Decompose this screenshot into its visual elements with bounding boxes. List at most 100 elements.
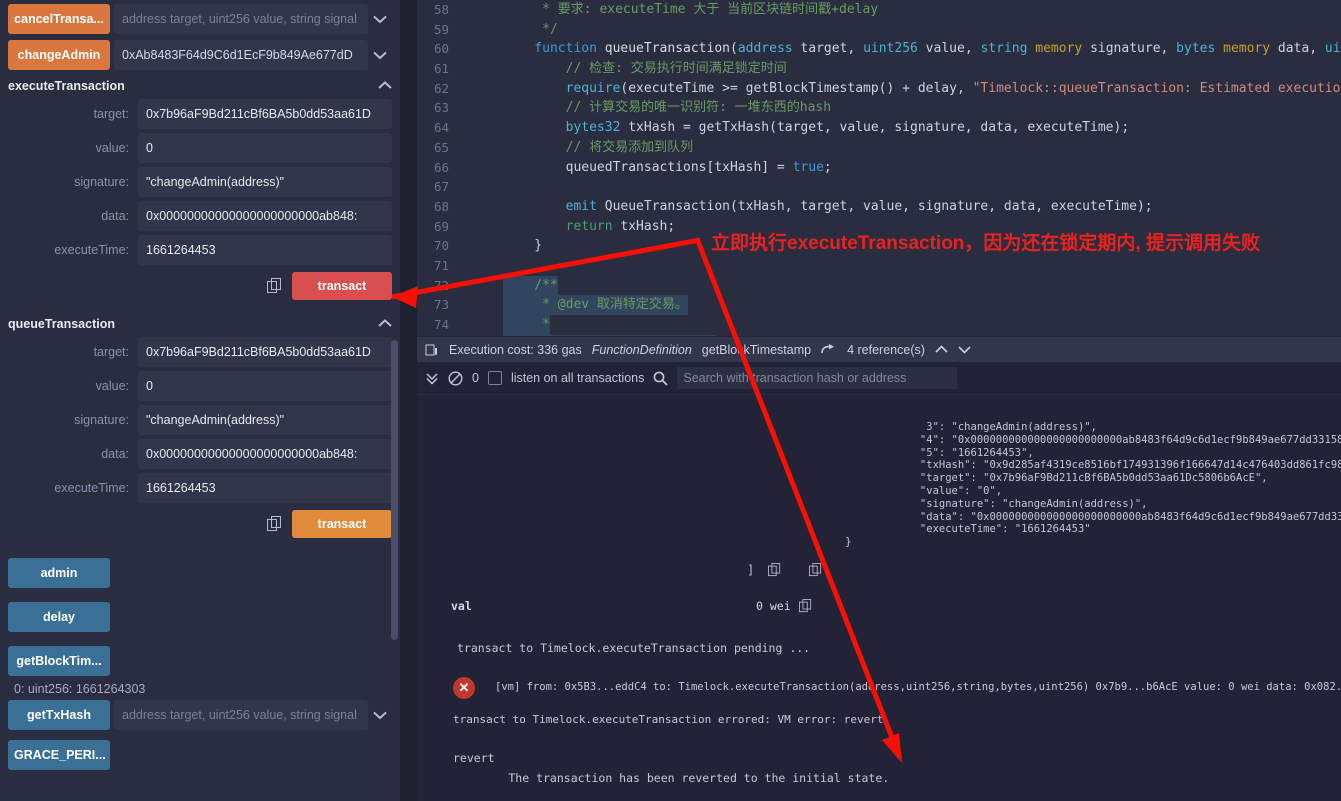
execute-target-input[interactable] xyxy=(138,99,392,129)
delay-button[interactable]: delay xyxy=(8,602,110,632)
execute-time-input[interactable] xyxy=(138,235,392,265)
code-gutter xyxy=(465,256,503,276)
arrow-right-icon[interactable] xyxy=(821,343,837,356)
code-gutter xyxy=(465,217,503,237)
line-number: 58 xyxy=(433,2,449,17)
editor-status-bar: Execution cost: 336 gas FunctionDefiniti… xyxy=(417,336,1341,362)
execute-transaction-title: executeTransaction xyxy=(8,79,125,93)
code-gutter xyxy=(465,138,503,158)
code-line[interactable]: 61 // 检查: 交易执行时间满足锁定时间 xyxy=(417,59,1341,79)
queue-value-input[interactable] xyxy=(138,371,392,401)
chevron-down-icon[interactable] xyxy=(368,700,392,730)
code-gutter xyxy=(465,236,503,256)
line-number: 64 xyxy=(433,120,449,136)
copy-icon[interactable] xyxy=(267,516,282,532)
deploy-and-run-panel: cancelTransa... changeAdmin executeTrans… xyxy=(0,0,400,801)
code-line[interactable]: 72 /** xyxy=(417,275,1341,296)
terminal-body[interactable]: 3": "changeAdmin(address)", "4": "0x0000… xyxy=(417,395,1341,801)
code-text: // 将交易添加到队列 xyxy=(503,139,694,155)
chevron-down-icon[interactable] xyxy=(368,40,392,70)
listen-all-transactions-checkbox[interactable] xyxy=(487,371,502,385)
param-label: executeTime: xyxy=(54,243,129,257)
code-text: * 要求: executeTime 大于 当前区块链时间戳+delay xyxy=(503,2,879,17)
revert-reason-line: Reason provided by the contract: "Timelo… xyxy=(453,791,1235,801)
param-row: target: xyxy=(8,98,392,130)
execute-data-input[interactable] xyxy=(138,201,392,231)
chevron-up-icon[interactable] xyxy=(935,345,948,354)
code-line[interactable]: 71 xyxy=(417,256,1341,276)
left-panel-scrollbar[interactable] xyxy=(391,340,398,640)
code-line[interactable]: 59 */ xyxy=(417,20,1341,40)
code-line[interactable]: 62 require(executeTime >= getBlockTimest… xyxy=(417,79,1341,99)
queue-signature-input[interactable] xyxy=(138,405,392,435)
code-line[interactable]: 58 * 要求: executeTime 大于 当前区块链时间戳+delay xyxy=(417,0,1341,20)
queue-data-input[interactable] xyxy=(138,439,392,469)
code-text: return txHash; xyxy=(503,218,676,234)
remix-terminal: 0 listen on all transactions 3": "change… xyxy=(417,362,1341,801)
param-label: signature: xyxy=(74,175,129,189)
code-text: bytes32 txHash = getTxHash(target, value… xyxy=(503,120,1130,136)
get-tx-hash-button[interactable]: getTxHash xyxy=(8,700,110,730)
execute-signature-input[interactable] xyxy=(138,167,392,197)
param-row: value: xyxy=(8,370,392,402)
search-icon[interactable] xyxy=(653,371,668,386)
terminal-toolbar: 0 listen on all transactions xyxy=(417,362,1341,395)
cancel-transaction-button[interactable]: cancelTransa... xyxy=(8,4,110,34)
chevron-up-icon[interactable] xyxy=(378,79,392,93)
execute-value-input[interactable] xyxy=(138,133,392,163)
ban-icon[interactable] xyxy=(448,370,463,386)
admin-button[interactable]: admin xyxy=(8,558,110,588)
code-line[interactable]: 66 queuedTransactions[txHash] = true; xyxy=(417,158,1341,178)
code-line[interactable]: 73 * @dev 取消特定交易。 xyxy=(417,295,1341,315)
execute-transact-button[interactable]: transact xyxy=(292,272,392,300)
queue-time-input[interactable] xyxy=(138,473,392,503)
vertical-splitter[interactable] xyxy=(400,0,417,801)
chevron-up-icon[interactable] xyxy=(378,317,392,331)
code-line[interactable]: 74 * xyxy=(417,315,1341,335)
references-count[interactable]: 4 reference(s) xyxy=(847,343,925,357)
copy-icon[interactable] xyxy=(267,278,282,294)
param-row: data: xyxy=(8,438,392,470)
revert-body: The transaction has been reverted to the… xyxy=(453,771,890,785)
code-gutter xyxy=(465,98,503,118)
execute-transaction-section-header[interactable]: executeTransaction xyxy=(8,76,392,96)
grace-period-button[interactable]: GRACE_PERI... xyxy=(8,740,110,770)
code-line[interactable]: 68 emit QueueTransaction(txHash, target,… xyxy=(417,197,1341,217)
code-text: // 计算交易的唯一识别符: 一堆东西的hash xyxy=(503,100,832,116)
queue-transaction-section-header[interactable]: queueTransaction xyxy=(8,314,392,334)
double-chevron-down-icon[interactable] xyxy=(425,371,439,385)
code-editor[interactable]: 58 * 要求: executeTime 大于 当前区块链时间戳+delay 59… xyxy=(417,0,1341,336)
code-text: * @dev 取消特定交易。 xyxy=(503,295,688,315)
code-line[interactable]: 60 function queueTransaction(address tar… xyxy=(417,39,1341,59)
line-number: 70 xyxy=(433,238,449,254)
code-line[interactable]: 67 xyxy=(417,177,1341,197)
queue-transact-button[interactable]: transact xyxy=(292,510,392,538)
get-tx-hash-input[interactable] xyxy=(114,700,368,730)
gas-icon xyxy=(425,343,439,357)
change-admin-button[interactable]: changeAdmin xyxy=(8,40,110,70)
code-line[interactable]: 64 bytes32 txHash = getTxHash(target, va… xyxy=(417,118,1341,138)
chevron-down-icon[interactable] xyxy=(958,345,971,354)
code-text: function queueTransaction(address target… xyxy=(503,41,1341,57)
code-text: */ xyxy=(503,21,558,37)
copy-icon[interactable] xyxy=(798,599,812,613)
decoded-output-row: ] xyxy=(747,563,822,577)
transaction-val-row: val 0 wei xyxy=(451,599,1201,613)
param-row: signature: xyxy=(8,166,392,198)
code-text: emit QueueTransaction(txHash, target, va… xyxy=(503,198,1153,214)
copy-icon[interactable] xyxy=(768,563,781,577)
transaction-search-input[interactable] xyxy=(677,367,958,389)
get-block-timestamp-button[interactable]: getBlockTim... xyxy=(8,646,110,676)
pending-transactions-count: 0 xyxy=(472,371,479,385)
chevron-down-icon[interactable] xyxy=(368,4,392,34)
param-label: target: xyxy=(93,345,129,359)
copy-icon[interactable] xyxy=(809,563,822,577)
cancel-transaction-input[interactable] xyxy=(114,4,368,34)
errored-log-line: transact to Timelock.executeTransaction … xyxy=(453,713,891,726)
execution-cost-text: Execution cost: 336 gas xyxy=(449,342,582,357)
code-line[interactable]: 65 // 将交易添加到队列 xyxy=(417,138,1341,158)
code-gutter xyxy=(465,315,503,335)
queue-target-input[interactable] xyxy=(138,337,392,367)
code-line[interactable]: 63 // 计算交易的唯一识别符: 一堆东西的hash xyxy=(417,98,1341,118)
change-admin-input[interactable] xyxy=(114,40,368,70)
